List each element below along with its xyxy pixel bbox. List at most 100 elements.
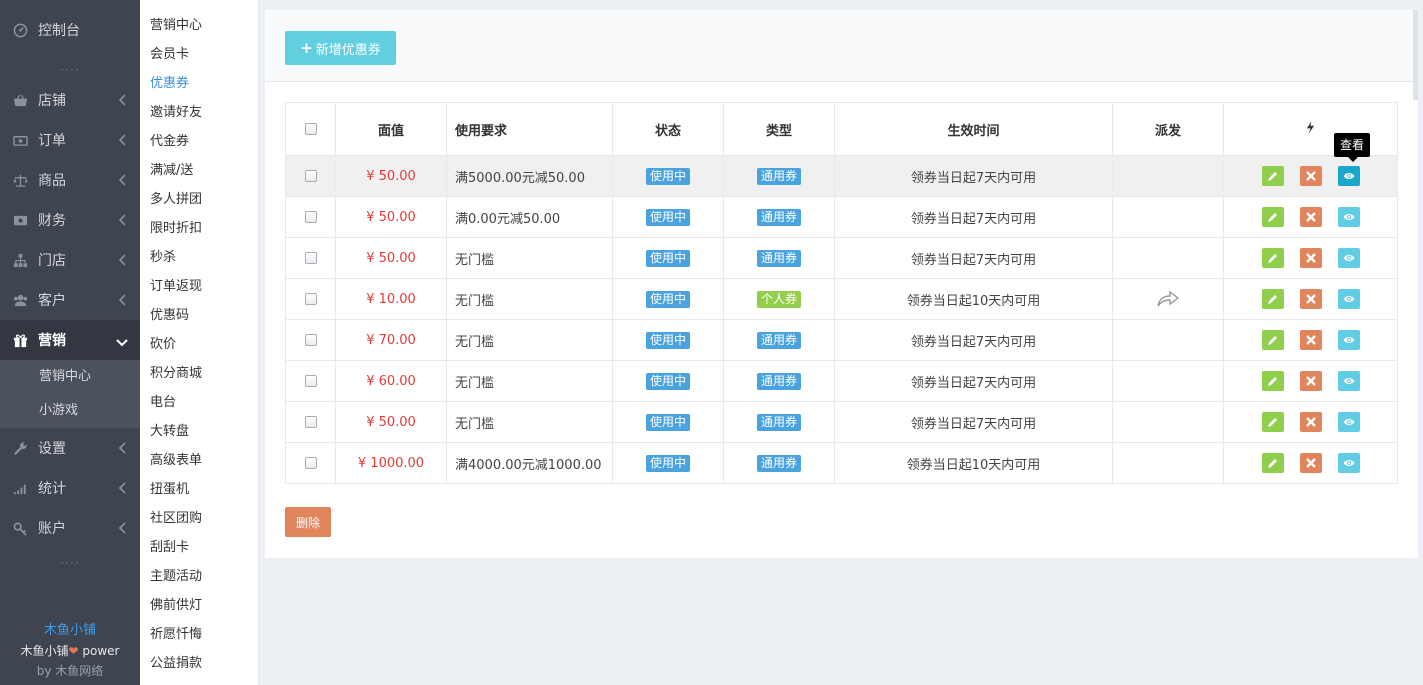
row-checkbox[interactable] <box>304 416 317 428</box>
sidebar-item-goods[interactable]: 商品 <box>0 160 140 200</box>
view-button[interactable] <box>1337 166 1360 186</box>
edit-button[interactable] <box>1261 207 1284 227</box>
footer-by-name[interactable]: 木鱼网络 <box>55 664 103 678</box>
status-badge: 使用中 <box>645 331 690 349</box>
status-cell: 使用中 <box>612 360 724 402</box>
view-button[interactable] <box>1337 412 1360 432</box>
sidebar-subitem-marketing-center[interactable]: 营销中心 <box>0 360 140 394</box>
table-row: ¥ 50.00 无门槛 使用中 通用券 领券当日起7天内可用 <box>285 401 1398 443</box>
users-icon <box>12 292 28 308</box>
delete-row-button[interactable] <box>1299 166 1322 186</box>
submenu-item[interactable]: 扭蛋机 <box>140 475 258 504</box>
delete-row-button[interactable] <box>1299 412 1322 432</box>
view-button[interactable] <box>1337 289 1360 309</box>
sidebar-item-label: 账户 <box>38 521 66 537</box>
footer-by-prefix: by <box>36 664 56 678</box>
actions-cell <box>1223 360 1398 402</box>
add-coupon-button[interactable]: + 新增优惠券 <box>285 31 396 65</box>
submenu-item[interactable]: 订单返现 <box>140 272 258 301</box>
submenu-item[interactable]: 社区团购 <box>140 504 258 533</box>
submenu-item[interactable]: 大转盘 <box>140 417 258 446</box>
chevron-left-icon <box>118 522 126 534</box>
view-button[interactable] <box>1337 453 1360 473</box>
coupon-requirement: 无门槛 <box>446 237 613 279</box>
submenu-item[interactable]: 满减/送 <box>140 156 258 185</box>
view-button[interactable] <box>1337 371 1360 391</box>
footer-brand[interactable]: 木鱼小铺 <box>0 621 140 641</box>
row-checkbox[interactable] <box>304 457 317 469</box>
delete-button[interactable]: 删除 <box>285 507 331 537</box>
edit-button[interactable] <box>1261 330 1284 350</box>
submenu-item[interactable]: 祈愿忏悔 <box>140 620 258 649</box>
footer-by: by 木鱼网络 <box>0 661 140 681</box>
row-checkbox[interactable] <box>304 375 317 387</box>
submenu-item[interactable]: 积分商城 <box>140 359 258 388</box>
type-cell: 通用券 <box>723 360 835 402</box>
add-coupon-label: 新增优惠券 <box>315 42 381 58</box>
sidebar-item-marketing[interactable]: 营销 <box>0 320 140 360</box>
submenu-item[interactable]: 佛前供灯 <box>140 591 258 620</box>
view-button[interactable] <box>1337 207 1360 227</box>
submenu-item[interactable]: 邀请好友 <box>140 98 258 127</box>
submenu-item[interactable]: 砍价 <box>140 330 258 359</box>
coupon-value: ¥ 70.00 <box>335 319 447 361</box>
view-button[interactable] <box>1337 248 1360 268</box>
sidebar-item-order[interactable]: 订单 <box>0 120 140 160</box>
submenu-item[interactable]: 主题活动 <box>140 562 258 591</box>
submenu-item[interactable]: 电台 <box>140 388 258 417</box>
coupon-table: 面值 使用要求 状态 类型 生效时间 派发 ¥ 50.00 满5000.00元减5… <box>285 102 1398 484</box>
submenu-item[interactable]: 优惠码 <box>140 301 258 330</box>
delete-row-button[interactable] <box>1299 453 1322 473</box>
row-checkbox[interactable] <box>304 170 317 182</box>
submenu-item[interactable]: 限时折扣 <box>140 214 258 243</box>
sidebar-item-finance[interactable]: 财务 <box>0 200 140 240</box>
submenu-item[interactable]: 刮刮卡 <box>140 533 258 562</box>
sidebar-item-account[interactable]: 账户 <box>0 508 140 548</box>
submenu-item[interactable]: 会员卡 <box>140 40 258 69</box>
status-cell: 使用中 <box>612 401 724 443</box>
view-button[interactable] <box>1337 330 1360 350</box>
scrollbar[interactable] <box>1413 10 1418 100</box>
sidebar-item-customer[interactable]: 客户 <box>0 280 140 320</box>
chevron-left-icon <box>118 174 126 186</box>
edit-button[interactable] <box>1261 371 1284 391</box>
edit-button[interactable] <box>1261 289 1284 309</box>
submenu-item-active[interactable]: 优惠券 <box>140 69 258 98</box>
delete-row-button[interactable] <box>1299 289 1322 309</box>
submenu-item[interactable]: 公益捐款 <box>140 649 258 678</box>
sidebar-item-store[interactable]: 门店 <box>0 240 140 280</box>
delete-row-button[interactable] <box>1299 330 1322 350</box>
edit-button[interactable] <box>1261 166 1284 186</box>
submenu-item[interactable]: 代金券 <box>140 127 258 156</box>
sidebar-item-settings[interactable]: 设置 <box>0 428 140 468</box>
gift-icon <box>12 332 28 348</box>
delete-row-button[interactable] <box>1299 371 1322 391</box>
submenu-item[interactable]: 多人拼团 <box>140 185 258 214</box>
row-checkbox[interactable] <box>304 334 317 346</box>
row-checkbox[interactable] <box>304 293 317 305</box>
submenu-item[interactable]: 营销中心 <box>140 11 258 40</box>
heart-icon: ❤ <box>68 644 79 658</box>
row-checkbox[interactable] <box>304 211 317 223</box>
row-checkbox[interactable] <box>304 252 317 264</box>
type-cell: 通用券 <box>723 196 835 238</box>
edit-button[interactable] <box>1261 453 1284 473</box>
edit-button[interactable] <box>1261 248 1284 268</box>
sidebar-subitem-mini-games[interactable]: 小游戏 <box>0 394 140 428</box>
edit-button[interactable] <box>1261 412 1284 432</box>
actions-header <box>1223 102 1398 156</box>
submenu-item[interactable]: 高级表单 <box>140 446 258 475</box>
type-cell: 通用券 <box>723 319 835 361</box>
sidebar-item-statistics[interactable]: 统计 <box>0 468 140 508</box>
sidebar-item-shop[interactable]: 店铺 <box>0 80 140 120</box>
select-all-checkbox[interactable] <box>304 123 317 135</box>
footer-power-suffix: power <box>78 644 120 658</box>
delete-row-button[interactable] <box>1299 248 1322 268</box>
sidebar-item-label: 设置 <box>38 441 66 457</box>
share-icon[interactable] <box>1156 290 1180 307</box>
distribute-cell <box>1112 401 1224 443</box>
delete-row-button[interactable] <box>1299 207 1322 227</box>
submenu-item[interactable]: 秒杀 <box>140 243 258 272</box>
sidebar-item-dashboard[interactable]: 控制台 <box>0 0 140 60</box>
chevron-left-icon <box>118 94 126 106</box>
